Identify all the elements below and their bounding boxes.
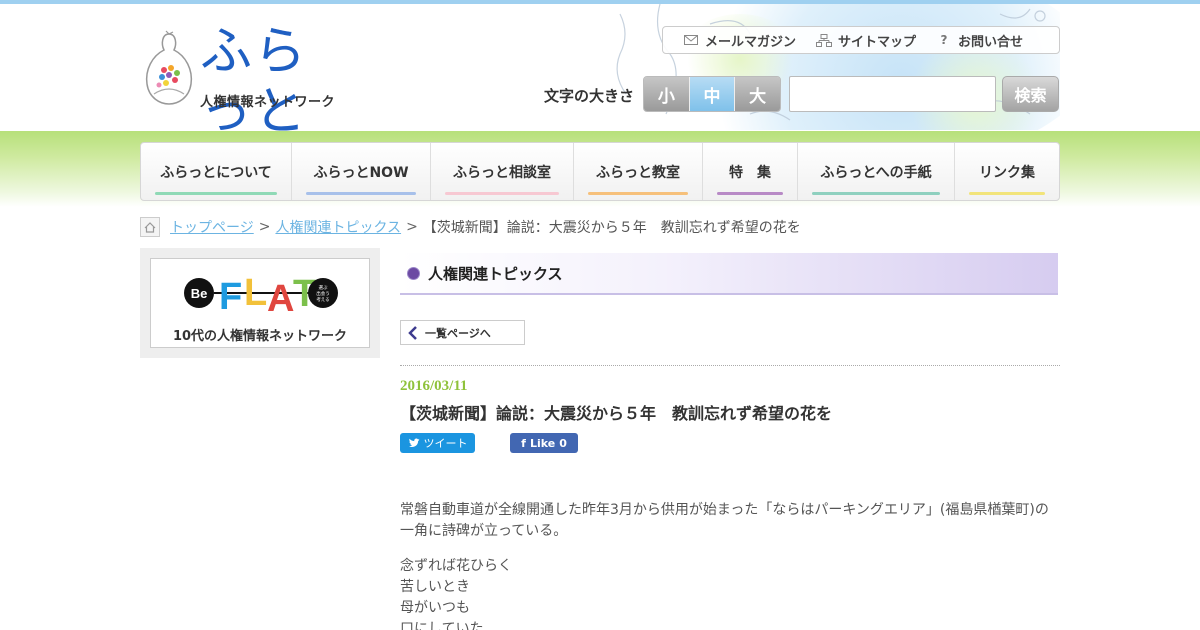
facebook-like-button[interactable]: f Like 0	[510, 433, 578, 453]
beflat-logo-icon: Be F L A T 選ぶ 出会う 考える	[184, 272, 338, 320]
back-to-list-button[interactable]: 一覧ページへ	[400, 320, 525, 345]
question-icon: ?	[940, 33, 948, 47]
svg-text:考える: 考える	[316, 297, 329, 303]
contact-link[interactable]: ? お問い合せ	[916, 31, 1024, 50]
beflat-caption: 10代の人権情報ネットワーク	[172, 329, 348, 344]
search-button[interactable]: 検索	[1002, 76, 1059, 112]
breadcrumb: トップページ > 人権関連トピックス > 【茨城新聞】論説：大震災から５年 教訓…	[140, 217, 801, 237]
breadcrumb-category-link[interactable]: 人権関連トピックス	[275, 217, 401, 237]
nav-underline	[969, 192, 1045, 195]
nav-item-about[interactable]: ふらっとについて	[141, 143, 292, 200]
nav-underline	[155, 192, 277, 195]
divider	[400, 365, 1060, 366]
thumbs-up-icon: f	[521, 436, 526, 450]
nav-item-feature[interactable]: 特 集	[703, 143, 798, 200]
svg-text:A: A	[267, 278, 294, 320]
mail-magazine-link[interactable]: メールマガジン	[663, 31, 796, 50]
nav-item-letters[interactable]: ふらっとへの手紙	[798, 143, 955, 200]
nav-underline	[717, 192, 783, 195]
logo-wordmark: ふらっと	[200, 22, 309, 142]
logo-subtitle: 人権情報ネットワーク	[200, 95, 336, 110]
sidebar: Be F L A T 選ぶ 出会う 考える 10代の人権情報ネットワーク	[140, 248, 380, 358]
poem-line: 念ずれば花ひらく	[400, 558, 512, 574]
poem-line: 母がいつも	[400, 600, 470, 616]
article-body: 常磐自動車道が全線開通した昨年3月から供用が始まった「ならはパーキングエリア」(…	[400, 500, 1060, 630]
post-date: 2016/03/11	[400, 378, 468, 394]
breadcrumb-home-link[interactable]: トップページ	[170, 217, 254, 237]
global-nav: ふらっとについて ふらっとNOW ふらっと相談室 ふらっと教室 特 集 ふらっと…	[140, 142, 1060, 201]
home-icon[interactable]	[140, 217, 160, 237]
chevron-left-icon	[401, 325, 425, 340]
beflat-banner[interactable]: Be F L A T 選ぶ 出会う 考える 10代の人権情報ネットワーク	[150, 258, 370, 348]
nav-item-now[interactable]: ふらっとNOW	[292, 143, 431, 200]
fontsize-large-button[interactable]: 大	[735, 77, 780, 111]
fontsize-label: 文字の大きさ	[544, 87, 635, 105]
fontsize-switcher: 小 中 大	[643, 76, 781, 112]
nav-underline	[588, 192, 688, 195]
fontsize-small-button[interactable]: 小	[644, 77, 690, 111]
svg-text:出会う: 出会う	[316, 290, 330, 297]
twitter-bird-icon	[408, 438, 419, 448]
article-paragraph: 常磐自動車道が全線開通した昨年3月から供用が始まった「ならはパーキングエリア」(…	[400, 502, 1049, 539]
section-header: 人権関連トピックス	[400, 253, 1058, 295]
search-input[interactable]	[789, 76, 996, 112]
post-title: 【茨城新聞】論説：大震災から５年 教訓忘れず希望の花を	[400, 404, 833, 423]
nav-underline	[445, 192, 559, 195]
bullet-icon	[408, 267, 419, 279]
poem-line: 苦しいとき	[400, 579, 470, 595]
svg-text:Be: Be	[191, 286, 208, 301]
nav-underline	[812, 192, 940, 195]
nav-item-links[interactable]: リンク集	[955, 143, 1059, 200]
fontsize-medium-button[interactable]: 中	[689, 77, 736, 111]
svg-text:L: L	[244, 272, 267, 314]
nav-item-consultation[interactable]: ふらっと相談室	[431, 143, 574, 200]
tweet-button[interactable]: ツイート	[400, 433, 475, 453]
poem-line: 口にしていた	[400, 621, 484, 630]
breadcrumb-current: 【茨城新聞】論説：大震災から５年 教訓忘れず希望の花を	[422, 220, 801, 236]
nav-item-classroom[interactable]: ふらっと教室	[574, 143, 703, 200]
section-title: 人権関連トピックス	[428, 264, 563, 283]
sitemap-icon	[816, 33, 833, 47]
nav-underline	[306, 192, 416, 195]
mail-icon	[683, 33, 699, 47]
poem: 念ずれば花ひらく 苦しいとき 母がいつも 口にしていた	[400, 556, 1060, 630]
gourd-mascot-icon	[145, 30, 193, 105]
svg-text:選ぶ: 選ぶ	[319, 284, 328, 291]
svg-text:F: F	[219, 276, 242, 318]
site-logo[interactable]: ふらっと 人権情報ネットワーク	[140, 22, 340, 142]
utility-links: メールマガジン サイトマップ ? お問い合せ	[662, 26, 1060, 54]
sitemap-link[interactable]: サイトマップ	[796, 31, 916, 50]
